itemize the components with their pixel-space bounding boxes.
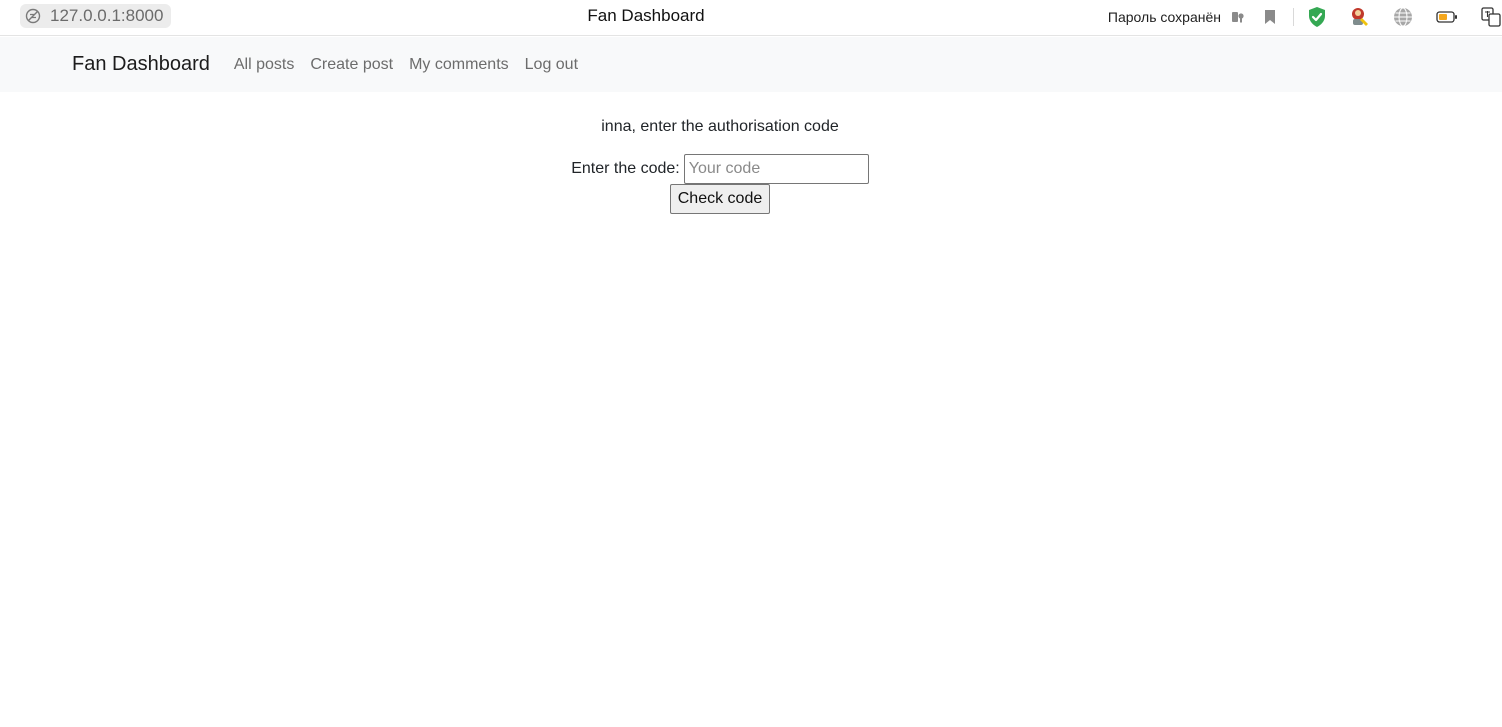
password-key-icon[interactable]: [1227, 6, 1249, 28]
password-saved-label[interactable]: Пароль сохранён: [1108, 9, 1221, 25]
window-title: Fan Dashboard: [587, 6, 705, 25]
translate-icon[interactable]: [1480, 6, 1502, 28]
browser-toolbar: 127.0.0.1:8000 Fan Dashboard Пароль сохр…: [0, 0, 1502, 36]
nav-link-log-out[interactable]: Log out: [517, 56, 586, 74]
nav-link-create-post[interactable]: Create post: [302, 56, 401, 74]
toolbar-divider: [1293, 8, 1294, 26]
main-content: inna, enter the authorisation code Enter…: [0, 92, 1440, 214]
code-input[interactable]: [683, 154, 869, 184]
nav-link-all-posts[interactable]: All posts: [226, 56, 302, 74]
auth-prompt: inna, enter the authorisation code: [601, 118, 839, 135]
site-navbar: Fan Dashboard All posts Create post My c…: [0, 37, 1502, 92]
battery-icon[interactable]: [1436, 6, 1458, 28]
shield-check-icon[interactable]: [1306, 6, 1328, 28]
nav-link-my-comments[interactable]: My comments: [401, 56, 517, 74]
code-field-row: Enter the code:: [0, 154, 1440, 184]
bookmark-icon[interactable]: [1259, 6, 1281, 28]
navbar-brand[interactable]: Fan Dashboard: [72, 53, 210, 76]
auth-code-form: Enter the code: Check code: [0, 154, 1440, 214]
check-code-button[interactable]: Check code: [669, 184, 771, 214]
globe-icon[interactable]: [1392, 6, 1414, 28]
code-field-label: Enter the code:: [571, 160, 680, 177]
extension-icon[interactable]: [1348, 6, 1370, 28]
browser-toolbar-right: Пароль сохранён: [1108, 5, 1502, 29]
